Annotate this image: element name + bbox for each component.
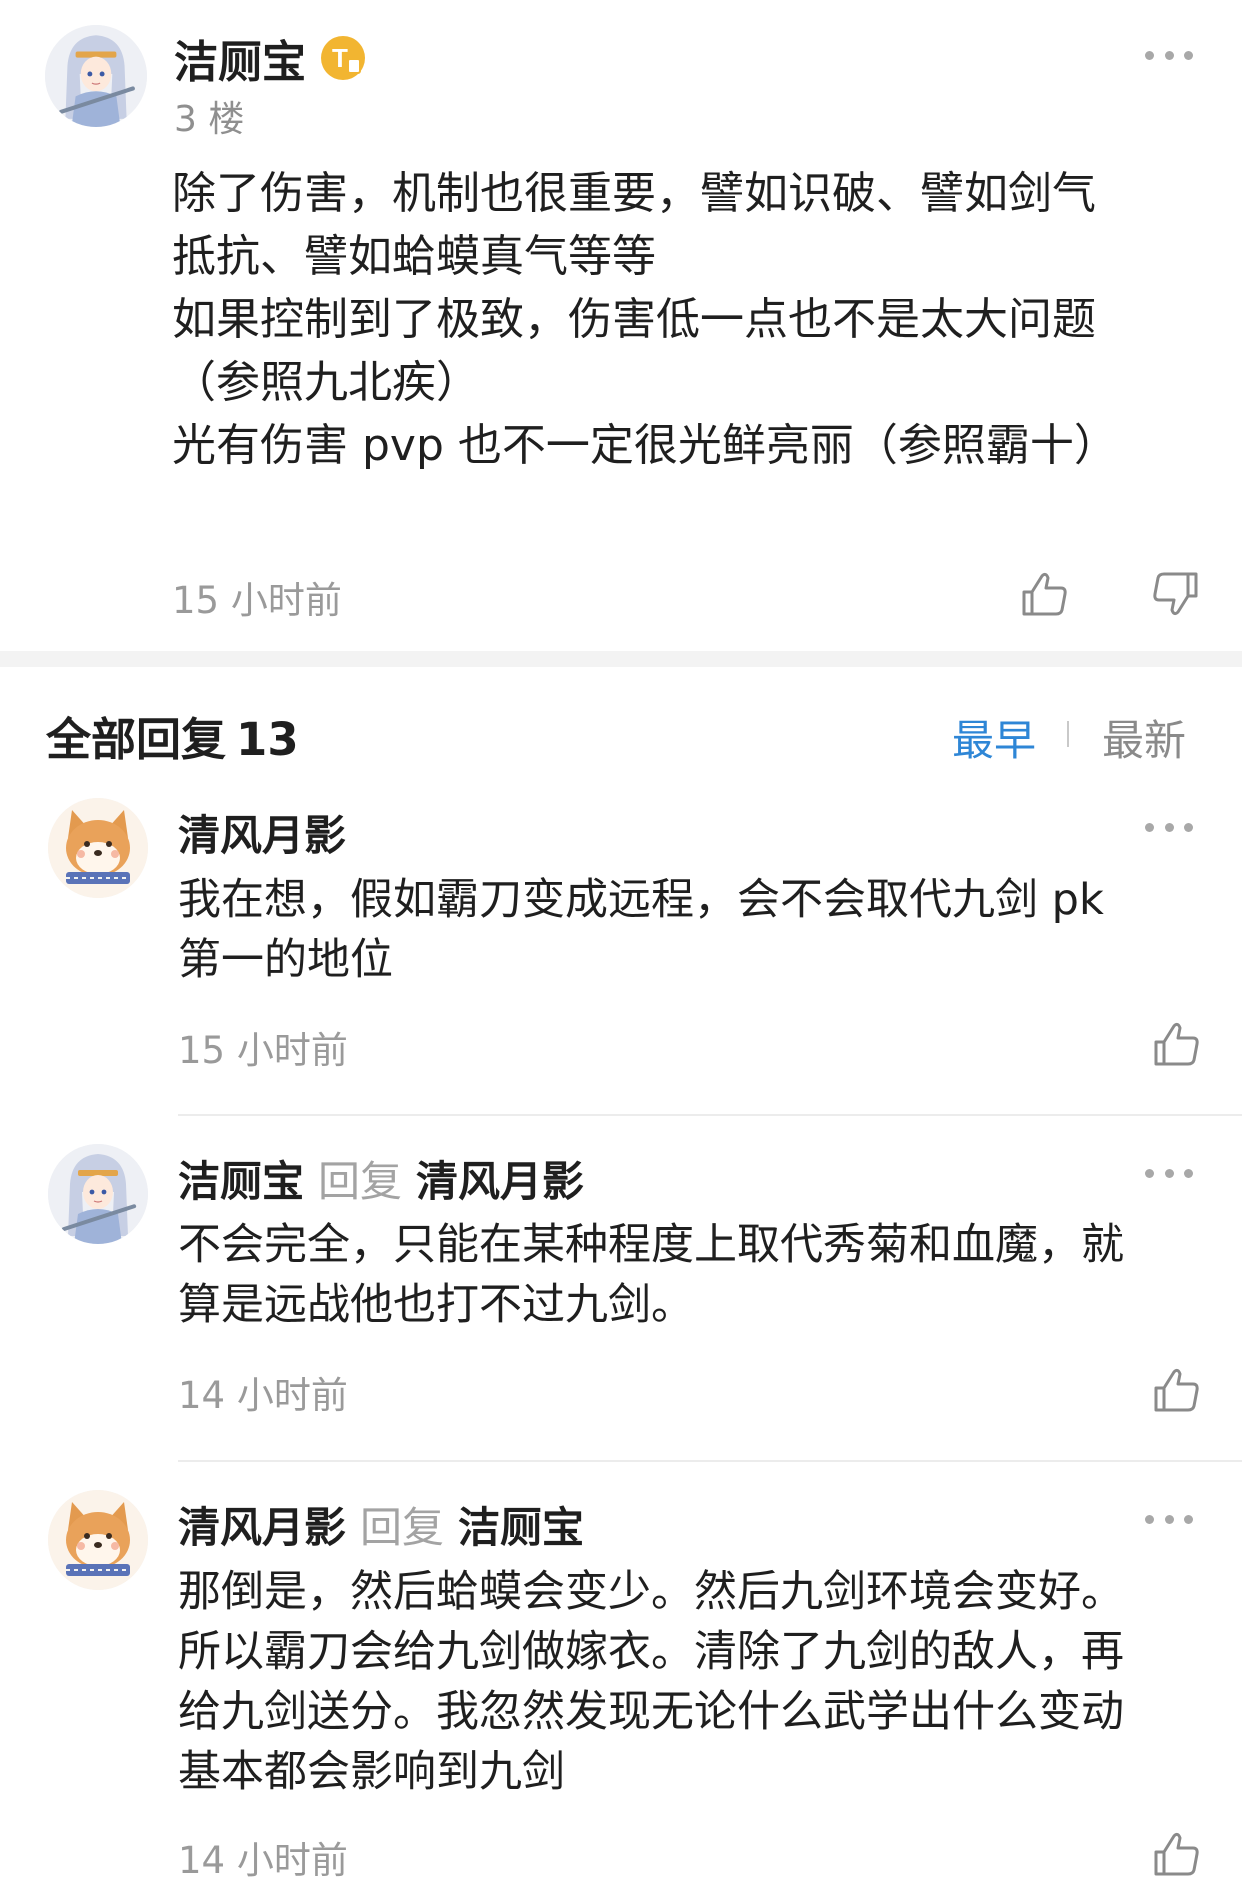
reply-time: 14 小时前 (178, 1374, 348, 1417)
badge-letter: T (332, 43, 348, 73)
like-thumb-up-icon[interactable] (1148, 1826, 1204, 1882)
more-options-icon[interactable] (1145, 817, 1193, 837)
reply-divider (178, 1460, 1242, 1462)
reply-divider (178, 1114, 1242, 1116)
reply-target[interactable]: 洁厕宝 (458, 1503, 584, 1552)
more-options-icon[interactable] (1145, 1509, 1193, 1529)
dislike-thumb-down-icon[interactable] (1148, 566, 1204, 622)
reply-line: 那倒是，然后蛤蟆会变少。然后九剑环境会变好。 (178, 1567, 1124, 1617)
avatar-image (45, 25, 147, 127)
reply-time: 15 小时前 (178, 1029, 348, 1072)
reply-to-label: 回复 (318, 1157, 403, 1206)
reply-avatar[interactable] (48, 1144, 148, 1244)
reply-author[interactable]: 清风月影 (178, 811, 346, 860)
reply-content: 我在想，假如霸刀变成远程，会不会取代九剑 pk 第一的地位 (178, 870, 1188, 990)
sort-separator (1067, 721, 1069, 747)
reply-line: 基本都会影响到九剑 (178, 1747, 565, 1797)
sort-latest-tab[interactable]: 最新 (1102, 707, 1186, 768)
post-time: 15 小时前 (172, 579, 342, 622)
more-options-icon[interactable] (1145, 1163, 1193, 1183)
reply-line: 算是远战他也打不过九剑。 (178, 1280, 694, 1330)
post-line: 抵抗、譬如蛤蟆真气等等 (172, 231, 656, 282)
level-badge-icon: T (318, 33, 368, 83)
reply-line: 不会完全，只能在某种程度上取代秀菊和血魔，就 (178, 1220, 1124, 1270)
reply-author[interactable]: 清风月影 (178, 1503, 346, 1552)
avatar-image (48, 1144, 148, 1244)
reply-target[interactable]: 清风月影 (416, 1157, 584, 1206)
like-thumb-up-icon[interactable] (1148, 1362, 1204, 1418)
avatar-image (48, 1490, 148, 1590)
replies-header: 全部回复 13 (46, 703, 299, 768)
avatar-image (48, 798, 148, 898)
like-thumb-up-icon[interactable] (1016, 566, 1072, 622)
reply-line: 给九剑送分。我忽然发现无论什么武学出什么变动 (178, 1687, 1124, 1737)
post-line: 如果控制到了极致，伤害低一点也不是太大问题 (172, 294, 1096, 345)
post-line: 除了伤害，机制也很重要，譬如识破、譬如剑气 (172, 168, 1096, 219)
sort-earliest-tab[interactable]: 最早 (952, 707, 1036, 768)
reply-content: 那倒是，然后蛤蟆会变少。然后九剑环境会变好。 所以霸刀会给九剑做嫁衣。清除了九剑… (178, 1562, 1188, 1802)
post-username[interactable]: 洁厕宝 (174, 26, 306, 90)
reply-line: 所以霸刀会给九剑做嫁衣。清除了九剑的敌人，再 (178, 1627, 1124, 1677)
replies-label: 全部回复 (46, 713, 227, 766)
reply-avatar[interactable] (48, 798, 148, 898)
more-options-icon[interactable] (1145, 45, 1193, 65)
like-thumb-up-icon[interactable] (1148, 1016, 1204, 1072)
reply-username[interactable]: 清风月影 (178, 802, 346, 863)
reply-line: 我在想，假如霸刀变成远程，会不会取代九剑 pk (178, 875, 1104, 925)
floor-number: 3 楼 (174, 99, 245, 140)
reply-time: 14 小时前 (178, 1839, 348, 1882)
post-line: 光有伤害 pvp 也不一定很光鲜亮丽（参照霸十） (172, 420, 1118, 471)
section-divider (0, 651, 1242, 667)
replies-count: 13 (236, 713, 299, 766)
reply-content: 不会完全，只能在某种程度上取代秀菊和血魔，就 算是远战他也打不过九剑。 (178, 1215, 1188, 1335)
reply-avatar[interactable] (48, 1490, 148, 1590)
reply-username: 洁厕宝 回复 清风月影 (178, 1148, 584, 1209)
user-avatar[interactable] (45, 25, 147, 127)
post-line: （参照九北疾） (172, 357, 480, 408)
reply-line: 第一的地位 (178, 935, 393, 985)
reply-to-label: 回复 (360, 1503, 445, 1552)
post-content: 除了伤害，机制也很重要，譬如识破、譬如剑气 抵抗、譬如蛤蟆真气等等 如果控制到了… (172, 162, 1172, 477)
reply-author[interactable]: 洁厕宝 (178, 1157, 304, 1206)
reply-username: 清风月影 回复 洁厕宝 (178, 1494, 584, 1555)
